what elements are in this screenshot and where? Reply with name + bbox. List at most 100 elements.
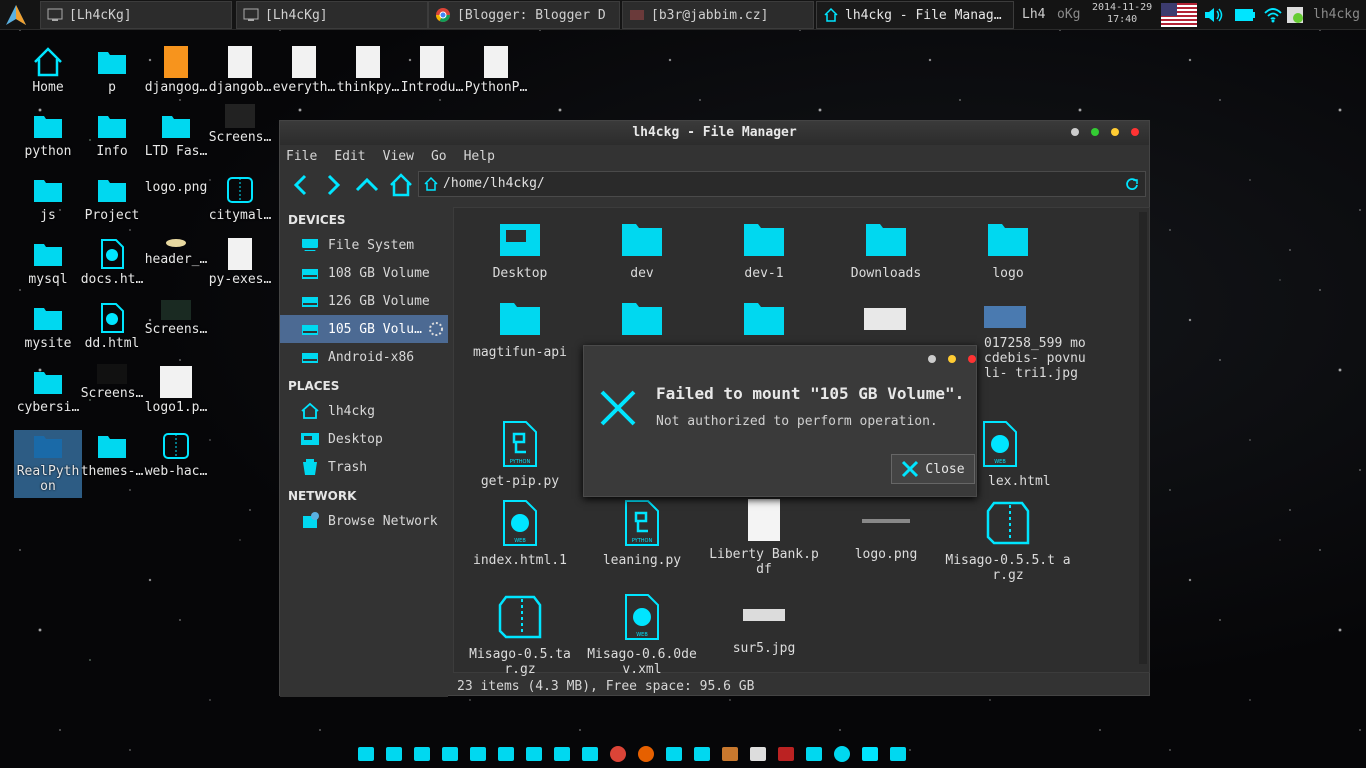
- screenshot-icon[interactable]: [354, 742, 378, 766]
- desktop-icon-folder[interactable]: Info: [80, 110, 144, 159]
- menu-go[interactable]: Go: [431, 149, 447, 164]
- desktop-icon-file[interactable]: logo1.p…: [144, 366, 208, 415]
- firefox-icon[interactable]: [634, 742, 658, 766]
- desktop-icon-folder[interactable]: Project: [80, 174, 144, 223]
- desktop-icon-folder[interactable]: LTD Fas…: [144, 110, 208, 159]
- sidebar-item-home[interactable]: lh4ckg: [280, 397, 448, 425]
- forward-button[interactable]: [322, 173, 344, 197]
- trash-icon[interactable]: [578, 742, 602, 766]
- file-item[interactable]: Desktop: [464, 220, 576, 281]
- file-item[interactable]: dev-1: [708, 220, 820, 281]
- file-item[interactable]: PYTHON get-pip.py: [464, 420, 576, 489]
- file-item[interactable]: logo: [952, 220, 1064, 281]
- keyboard-layout[interactable]: oKg: [1057, 7, 1080, 22]
- file-item[interactable]: Misago-0.5.ta r.gz: [458, 593, 582, 677]
- zim-icon[interactable]: [746, 742, 770, 766]
- desktop-icon-archive[interactable]: citymal…: [208, 174, 272, 223]
- file-item[interactable]: logo.png: [830, 499, 942, 562]
- desktop-icon-file[interactable]: header_…: [144, 236, 208, 267]
- image-thumbnail[interactable]: [864, 308, 906, 330]
- sidebar-item-browse-network[interactable]: Browse Network: [280, 507, 448, 535]
- usb-icon[interactable]: [858, 742, 882, 766]
- camera-icon[interactable]: [466, 742, 490, 766]
- desktop-icon-file[interactable]: thinkpy…: [336, 46, 400, 95]
- desktop-icon-folder[interactable]: p: [80, 46, 144, 95]
- photo-icon[interactable]: [382, 742, 406, 766]
- chrome-icon[interactable]: [606, 742, 630, 766]
- update-icon[interactable]: [1286, 6, 1306, 24]
- sidebar-item-trash[interactable]: Trash: [280, 453, 448, 481]
- wifi-icon[interactable]: [1264, 7, 1282, 23]
- folder-icon[interactable]: [494, 742, 518, 766]
- folder-icon[interactable]: [620, 299, 664, 339]
- home-button[interactable]: [388, 172, 414, 198]
- sidebar-item-volume-105[interactable]: 105 GB Volu…: [280, 315, 448, 343]
- settings-icon[interactable]: [662, 742, 686, 766]
- desktop-icon-html-file[interactable]: dd.html: [80, 302, 144, 351]
- window-titlebar[interactable]: lh4ckg - File Manager: [280, 121, 1149, 145]
- sidebar-item-volume-126[interactable]: 126 GB Volume: [280, 287, 448, 315]
- taskbar-task-4[interactable]: [b3r@jabbim.cz]: [622, 1, 814, 29]
- skype-icon[interactable]: [830, 742, 854, 766]
- file-item[interactable]: dev: [586, 220, 698, 281]
- file-item[interactable]: Misago-0.5.5.t ar.gz: [940, 499, 1076, 583]
- desktop-icon-file[interactable]: Introdu…: [400, 46, 464, 95]
- file-item[interactable]: PYTHON leaning.py: [586, 499, 698, 568]
- battery-icon[interactable]: [1234, 8, 1256, 22]
- dialog-minimize-button[interactable]: [928, 355, 936, 363]
- file-item[interactable]: WEB index.html.1: [464, 499, 576, 568]
- sidebar-item-android[interactable]: Android-x86: [280, 343, 448, 371]
- shade-button[interactable]: [1111, 128, 1119, 136]
- dialog-shade-button[interactable]: [948, 355, 956, 363]
- taskbar-task-1[interactable]: [Lh4cKg]: [40, 1, 232, 29]
- desktop-icon-file[interactable]: everyth…: [272, 46, 336, 95]
- desktop-icon-file[interactable]: PythonP…: [464, 46, 528, 95]
- file-item[interactable]: Liberty Bank.pdf: [708, 499, 820, 577]
- tools-icon[interactable]: [690, 742, 714, 766]
- minimize-button[interactable]: [1071, 128, 1079, 136]
- desktop-icon-folder[interactable]: mysite: [16, 302, 80, 351]
- desktop-icon-html-file[interactable]: docs.ht…: [80, 238, 144, 287]
- sidebar-item-file-system[interactable]: File System: [280, 231, 448, 259]
- sidebar-item-desktop[interactable]: Desktop: [280, 425, 448, 453]
- desktop-icon-file[interactable]: Screens…: [208, 104, 272, 145]
- menu-edit[interactable]: Edit: [334, 149, 365, 164]
- search-doc-icon[interactable]: [550, 742, 574, 766]
- volume-icon[interactable]: [1203, 6, 1225, 24]
- desktop-icon-file[interactable]: Screens…: [144, 300, 208, 337]
- back-button[interactable]: [290, 173, 312, 197]
- desktop-icon-folder-selected[interactable]: RealPyth on: [14, 430, 82, 498]
- desktop-icon-folder[interactable]: js: [16, 174, 80, 223]
- filezilla-icon[interactable]: [774, 742, 798, 766]
- desktop-icon-file[interactable]: djangob…: [208, 46, 272, 95]
- username-label[interactable]: lh4ckg: [1313, 7, 1360, 22]
- sublime-icon[interactable]: [718, 742, 742, 766]
- desktop-icon-file[interactable]: logo.png: [144, 162, 208, 195]
- menu-file[interactable]: File: [286, 149, 317, 164]
- location-bar[interactable]: /home/lh4ckg/: [418, 171, 1146, 197]
- desktop-icon-archive[interactable]: web-hac…: [144, 430, 208, 479]
- file-item[interactable]: WEB Misago-0.6.0de v.xml: [580, 593, 704, 677]
- desktop-icon-file[interactable]: py-exes…: [208, 238, 272, 287]
- us-flag-icon[interactable]: [1161, 3, 1197, 27]
- desktop-icon-folder[interactable]: python: [16, 110, 80, 159]
- up-button[interactable]: [354, 173, 380, 197]
- workspace-label[interactable]: Lh4: [1022, 7, 1045, 22]
- desktop-icon-home[interactable]: Home: [16, 46, 80, 95]
- taskbar-task-3[interactable]: [Blogger: Blogger D: [428, 1, 620, 29]
- dialog-close-dot[interactable]: [968, 355, 976, 363]
- folder-icon[interactable]: [742, 299, 786, 339]
- close-button[interactable]: [1131, 128, 1139, 136]
- terminal-icon[interactable]: [410, 742, 434, 766]
- windows-icon[interactable]: [886, 742, 910, 766]
- taskbar-task-5[interactable]: lh4ckg - File Manag…: [816, 1, 1014, 29]
- contacts-icon[interactable]: [802, 742, 826, 766]
- window-icon[interactable]: [438, 742, 462, 766]
- sidebar-item-volume-108[interactable]: 108 GB Volume: [280, 259, 448, 287]
- dialog-close-button[interactable]: Close: [891, 454, 975, 484]
- clock[interactable]: 2014-11-29 17:40: [1092, 2, 1152, 26]
- menu-view[interactable]: View: [383, 149, 414, 164]
- file-item[interactable]: sur5.jpg: [708, 593, 820, 656]
- reload-icon[interactable]: [1125, 177, 1139, 191]
- taskbar-task-2[interactable]: [Lh4cKg]: [236, 1, 428, 29]
